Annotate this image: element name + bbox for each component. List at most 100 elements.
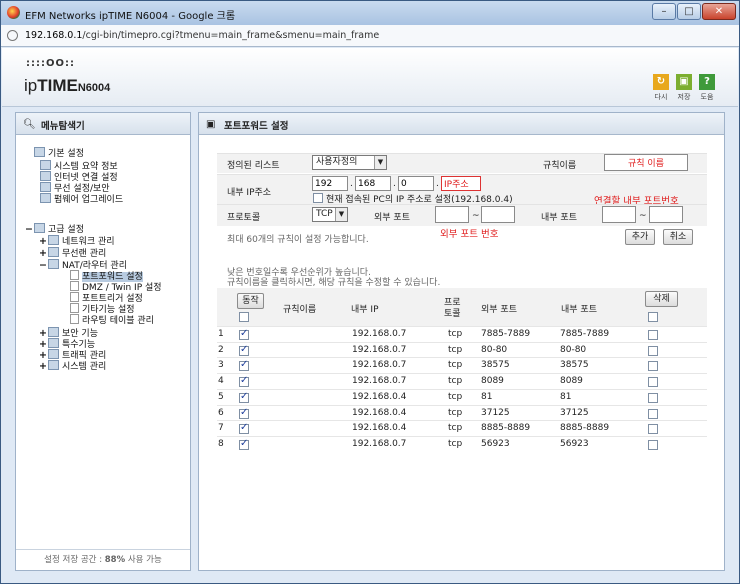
external-port-end[interactable] bbox=[481, 206, 515, 223]
ip-octet-1[interactable] bbox=[312, 176, 348, 191]
ip-octet-4[interactable] bbox=[441, 176, 481, 191]
iptime-logo: ipTIMEN6004 bbox=[24, 76, 110, 96]
delete-checkbox[interactable] bbox=[648, 408, 658, 419]
close-button[interactable]: ✕ bbox=[702, 3, 736, 20]
storage-value: 88% bbox=[104, 555, 126, 565]
folder-icon bbox=[34, 147, 45, 157]
internal-port-end[interactable] bbox=[649, 206, 683, 223]
internal-port-cell: 80-80 bbox=[560, 344, 587, 355]
internal-ip-cell: 192.168.0.7 bbox=[352, 438, 407, 449]
delete-checkbox[interactable] bbox=[648, 361, 658, 372]
save-label[interactable]: 저장 bbox=[672, 92, 696, 102]
external-port-cell: 7885-7889 bbox=[481, 329, 531, 339]
menu-item-label: 기본 설정 bbox=[48, 149, 84, 159]
collapse-icon[interactable]: − bbox=[24, 223, 34, 236]
table-row: 3 192.168.0.7 tcp 38575 38575 bbox=[217, 357, 707, 374]
brand-dots: ::::OO:: bbox=[26, 58, 75, 69]
col-protocol-2: 토콜 bbox=[444, 309, 461, 319]
external-port-cell: 81 bbox=[481, 391, 493, 402]
menu-explorer-panel: 🔍︎ 메뉴탐색기 기본 설정 시스템 요약 정보 인터넷 연결 설정 무선 설정/보안… bbox=[15, 112, 191, 571]
window-title: EFM Networks ipTIME N6004 - Google 크롬 bbox=[25, 11, 236, 22]
protocol-cell: tcp bbox=[448, 376, 463, 387]
protocol-cell: tcp bbox=[448, 360, 463, 371]
enabled-checkbox[interactable] bbox=[239, 438, 249, 450]
delete-button[interactable]: 삭제 bbox=[645, 291, 678, 307]
internal-ip-cell: 192.168.0.7 bbox=[352, 329, 407, 339]
select-all-enabled-checkbox[interactable] bbox=[239, 312, 249, 322]
add-button[interactable]: 추가 bbox=[625, 229, 655, 245]
internal-port-label: 내부 포트 bbox=[541, 213, 577, 223]
internal-port-cell: 37125 bbox=[560, 407, 589, 418]
ip-octet-3[interactable] bbox=[398, 176, 434, 191]
chrome-icon bbox=[7, 6, 20, 19]
enabled-checkbox[interactable] bbox=[239, 344, 249, 356]
enabled-checkbox[interactable] bbox=[239, 328, 249, 340]
internal-ip-cell: 192.168.0.7 bbox=[352, 376, 407, 387]
page-title: 포트포워드 설정 bbox=[224, 121, 289, 132]
help-icon[interactable]: ? bbox=[699, 74, 715, 90]
enabled-checkbox[interactable] bbox=[239, 375, 249, 388]
refresh-label[interactable]: 다시 bbox=[649, 92, 673, 102]
current-pc-checkbox[interactable] bbox=[313, 193, 323, 203]
logo-time: TIME bbox=[37, 76, 78, 95]
address-bar[interactable]: 192.168.0.1/cgi-bin/timepro.cgi?tmenu=ma… bbox=[1, 25, 739, 47]
storage-suffix: 사용 가능 bbox=[125, 555, 162, 565]
table-row: 8 192.168.0.7 tcp 56923 56923 bbox=[217, 435, 707, 452]
protocol-label: 프로토콜 bbox=[227, 213, 261, 223]
menu-item[interactable]: 라우팅 테이블 관리 bbox=[70, 314, 154, 327]
row-number: 5 bbox=[218, 391, 224, 402]
minimize-button[interactable]: – bbox=[652, 3, 676, 20]
help-label[interactable]: 도움 bbox=[695, 92, 719, 102]
url-text[interactable]: 192.168.0.1/cgi-bin/timepro.cgi?tmenu=ma… bbox=[25, 30, 379, 41]
delete-checkbox[interactable] bbox=[648, 392, 658, 403]
external-port-cell: 56923 bbox=[481, 438, 510, 449]
expand-icon[interactable]: + bbox=[38, 360, 48, 373]
menu-item-label: 고급 설정 bbox=[48, 225, 84, 235]
folder-icon bbox=[48, 259, 59, 269]
ip-dot-2: . bbox=[393, 179, 396, 189]
maximize-button[interactable]: □ bbox=[677, 3, 701, 20]
max-rules-note: 최대 60개의 규칙이 설정 가능합니다. bbox=[227, 235, 369, 245]
rule-name-input[interactable] bbox=[604, 154, 688, 171]
folder-icon bbox=[48, 327, 59, 337]
collapse-icon[interactable]: − bbox=[38, 259, 48, 272]
ip-octet-2[interactable] bbox=[355, 176, 391, 191]
internal-ip-label: 내부 IP주소 bbox=[227, 188, 272, 198]
window-icon: ▣ bbox=[206, 119, 216, 130]
internal-port-start[interactable] bbox=[602, 206, 636, 223]
page-icon bbox=[70, 303, 79, 313]
rule-name-label: 규칙이름 bbox=[543, 161, 577, 171]
folder-icon bbox=[48, 360, 59, 370]
cancel-button[interactable]: 취소 bbox=[663, 229, 693, 245]
enabled-checkbox[interactable] bbox=[239, 391, 249, 403]
browser-window: EFM Networks ipTIME N6004 - Google 크롬 – … bbox=[0, 0, 740, 584]
col-internal-port: 내부 포트 bbox=[561, 305, 597, 315]
enabled-checkbox[interactable] bbox=[239, 359, 249, 372]
external-port-start[interactable] bbox=[435, 206, 469, 223]
delete-checkbox[interactable] bbox=[648, 424, 658, 435]
folder-icon bbox=[34, 223, 45, 233]
page-icon bbox=[7, 30, 18, 41]
enabled-checkbox[interactable] bbox=[239, 422, 249, 435]
delete-checkbox[interactable] bbox=[648, 330, 658, 340]
protocol-select[interactable]: TCP ▼ bbox=[312, 207, 348, 222]
folder-icon bbox=[40, 193, 51, 203]
enabled-checkbox[interactable] bbox=[239, 407, 249, 419]
ip-dot-3: . bbox=[436, 179, 439, 189]
preset-select[interactable]: 사용자정의 ▼ bbox=[312, 155, 387, 170]
menu-item[interactable]: 기본 설정 bbox=[24, 147, 84, 160]
run-button[interactable]: 동작 bbox=[237, 293, 264, 309]
protocol-cell: tcp bbox=[448, 329, 463, 339]
delete-checkbox[interactable] bbox=[648, 345, 658, 356]
save-icon[interactable]: ▣ bbox=[676, 74, 692, 90]
external-port-cell: 8089 bbox=[481, 376, 504, 387]
delete-checkbox[interactable] bbox=[648, 439, 658, 450]
ip-dot-1: . bbox=[350, 179, 353, 189]
menu-item[interactable]: 펌웨어 업그레이드 bbox=[40, 193, 123, 206]
external-port-cell: 8885-8889 bbox=[481, 423, 531, 434]
menu-item[interactable]: + 시스템 관리 bbox=[38, 360, 106, 373]
delete-checkbox[interactable] bbox=[648, 377, 658, 388]
select-all-delete-checkbox[interactable] bbox=[648, 312, 658, 322]
protocol-cell: tcp bbox=[448, 344, 463, 355]
refresh-icon[interactable]: ↻ bbox=[653, 74, 669, 90]
